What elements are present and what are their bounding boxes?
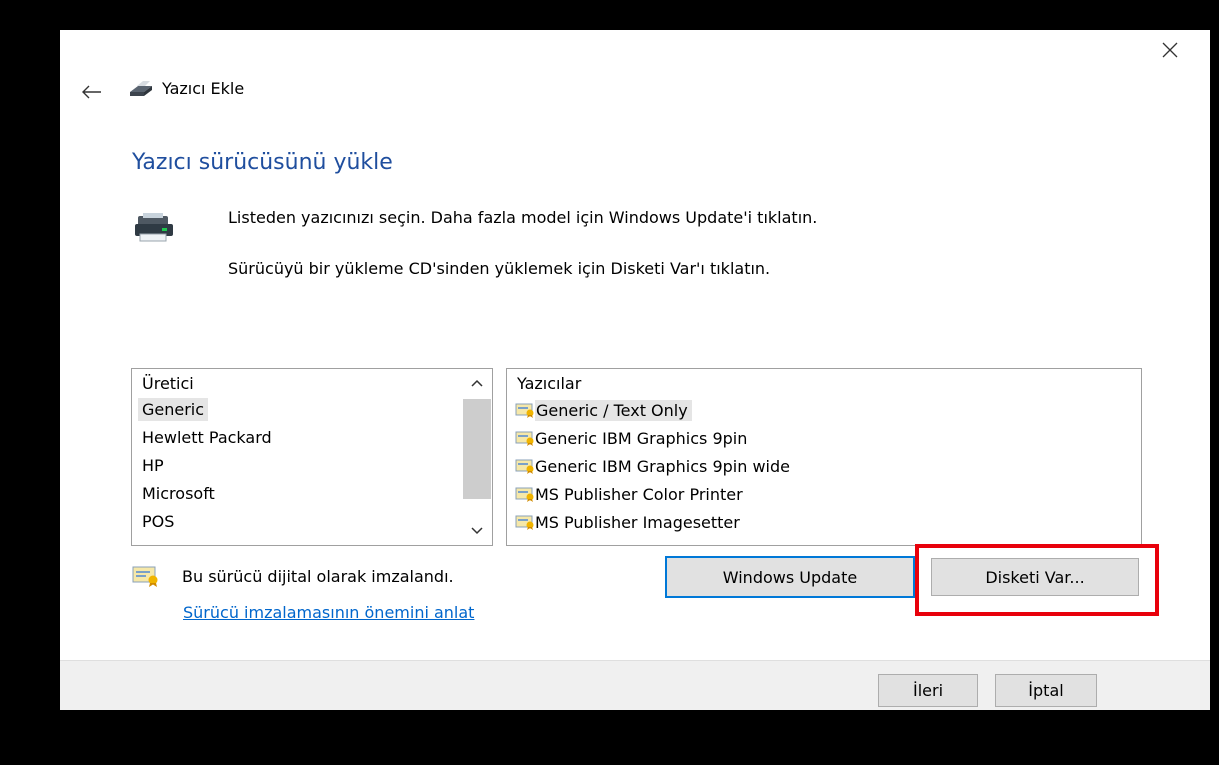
manufacturer-scrollbar[interactable] — [462, 369, 492, 545]
close-button[interactable] — [1156, 36, 1184, 64]
manufacturer-item[interactable]: Generic — [132, 396, 492, 424]
printer-list[interactable]: Yazıcılar Generic / Text Only Generic IB… — [506, 368, 1142, 546]
signed-driver-icon — [515, 459, 534, 474]
back-arrow-icon — [82, 85, 101, 99]
chevron-down-icon — [471, 527, 483, 535]
manufacturer-list[interactable]: Üretici Generic Hewlett Packard HP Micro… — [131, 368, 493, 546]
printer-item[interactable]: Generic / Text Only — [507, 396, 1141, 424]
back-button[interactable] — [78, 80, 106, 104]
printer-item[interactable]: Generic IBM Graphics 9pin — [507, 424, 1141, 452]
cancel-button[interactable]: İptal — [995, 674, 1097, 707]
scroll-up-button[interactable] — [462, 369, 492, 397]
manufacturer-item[interactable]: HP — [132, 452, 492, 480]
printer-item[interactable]: MS Publisher Imagesetter — [507, 508, 1141, 536]
close-icon — [1162, 42, 1178, 58]
scrollbar-thumb[interactable] — [463, 399, 491, 499]
signed-driver-icon — [515, 403, 534, 418]
signed-certificate-icon — [132, 566, 158, 587]
driver-signature-row: Bu sürücü dijital olarak imzalandı. — [132, 565, 454, 587]
window-title: Yazıcı Ekle — [162, 79, 245, 98]
scroll-down-button[interactable] — [462, 517, 492, 545]
signed-driver-icon — [515, 487, 534, 502]
printer-item[interactable]: MS Publisher Color Printer — [507, 480, 1141, 508]
page-heading: Yazıcı sürücüsünü yükle — [132, 150, 393, 175]
instruction-text-1: Listeden yazıcınızı seçin. Daha fazla mo… — [228, 208, 818, 227]
printer-large-icon — [134, 212, 174, 248]
printer-item[interactable]: Generic IBM Graphics 9pin wide — [507, 452, 1141, 480]
manufacturer-item[interactable]: POS — [132, 508, 492, 536]
windows-update-button[interactable]: Windows Update — [665, 556, 915, 598]
signed-driver-icon — [515, 515, 534, 530]
next-button[interactable]: İleri — [878, 674, 978, 707]
have-disk-button[interactable]: Disketi Var... — [931, 558, 1139, 596]
manufacturer-item[interactable]: Hewlett Packard — [132, 424, 492, 452]
printer-header: Yazıcılar — [517, 374, 582, 393]
chevron-up-icon — [471, 379, 483, 387]
printer-small-icon — [130, 80, 152, 96]
signed-driver-icon — [515, 431, 534, 446]
add-printer-dialog: Yazıcı Ekle Yazıcı sürücüsünü yükle List… — [60, 30, 1210, 710]
instruction-text-2: Sürücüyü bir yükleme CD'sinden yüklemek … — [228, 259, 771, 278]
manufacturer-header: Üretici — [142, 374, 194, 393]
window-header: Yazıcı Ekle — [128, 79, 244, 98]
signature-status-text: Bu sürücü dijital olarak imzalandı. — [182, 566, 454, 586]
signing-info-link[interactable]: Sürücü imzalamasının önemini anlat — [183, 603, 474, 622]
manufacturer-item[interactable]: Microsoft — [132, 480, 492, 508]
